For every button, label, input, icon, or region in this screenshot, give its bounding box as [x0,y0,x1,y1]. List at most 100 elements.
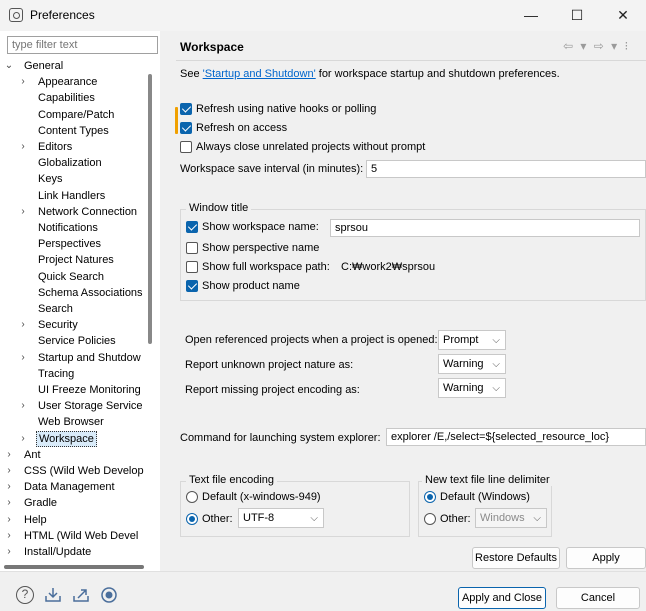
expand-arrow-icon[interactable]: › [18,431,28,447]
expand-arrow-icon[interactable]: › [4,463,14,479]
expand-arrow-icon[interactable]: › [4,544,14,560]
show-workspace-name-label: Show workspace name: [202,221,319,233]
page-title: Workspace [180,40,244,54]
show-perspective-option[interactable]: Show perspective name [186,242,319,254]
expand-arrow-icon[interactable]: › [18,139,28,155]
expand-arrow-icon[interactable]: › [4,479,14,495]
tree-item-label: CSS (Wild Web Develop [24,465,144,477]
encoding-other-option[interactable]: Other: [186,513,233,525]
expand-arrow-icon[interactable]: › [4,512,14,528]
expand-arrow-icon[interactable]: › [4,447,14,463]
minimize-button[interactable]: — [508,0,554,31]
tree-item-label: Quick Search [38,270,105,283]
expand-arrow-icon[interactable]: › [18,350,28,366]
window-title-group-label: Window title [186,202,252,214]
encoding-other-combo[interactable]: UTF-8 ⌵ [238,508,324,528]
tree-item-label: Web Browser [38,416,104,429]
tree-item-label: Workspace [36,430,97,447]
encoding-default-option[interactable]: Default (x-windows-949) [186,491,321,503]
tree-vertical-scrollbar[interactable] [148,74,152,344]
unknown-nature-value: Warning [443,358,484,370]
open-referenced-label: Open referenced projects when a project … [185,334,438,346]
show-perspective-label: Show perspective name [202,242,320,254]
collapse-arrow-icon[interactable]: ⌄ [4,58,14,74]
chevron-down-icon: ⌵ [310,513,318,524]
app-icon [9,8,23,22]
encoding-default-label: Default (x-windows-949) [202,491,321,503]
save-interval-field[interactable]: 5 [366,160,646,178]
refresh-access-checkbox[interactable] [180,122,192,134]
show-workspace-name-option[interactable]: Show workspace name: [186,221,319,233]
dialog-footer [0,571,646,611]
tree-item-label: HTML (Wild Web Devel [24,529,139,542]
missing-encoding-label: Report missing project encoding as: [185,384,360,396]
show-full-path-checkbox[interactable] [186,261,198,273]
expand-arrow-icon[interactable]: › [18,398,28,414]
tree-item-label: Keys [38,173,63,186]
explorer-command-field[interactable]: explorer /E,/select=${selected_resource_… [386,428,646,446]
startup-shutdown-link[interactable]: 'Startup and Shutdown' [203,68,316,80]
tree-item-label: Project Natures [38,254,114,267]
tree-item-label: General [24,60,64,72]
export-icon[interactable] [72,586,90,604]
delimiter-other-value: Windows [480,512,525,524]
show-perspective-checkbox[interactable] [186,242,198,254]
cancel-button[interactable]: Cancel [556,587,640,609]
refresh-native-checkbox[interactable] [180,103,192,115]
show-product-checkbox[interactable] [186,280,198,292]
delimiter-default-label: Default (Windows) [440,491,530,503]
apply-and-close-button[interactable]: Apply and Close [458,587,546,609]
show-workspace-name-checkbox[interactable] [186,221,198,233]
tree-item-label: Capabilities [38,92,95,105]
tree-item-label: Editors [38,141,73,153]
encoding-default-radio[interactable] [186,491,198,503]
tree-item-label: Network Connection [38,205,138,218]
open-referenced-combo[interactable]: Prompt ⌵ [438,330,506,350]
encoding-other-radio[interactable] [186,513,198,525]
close-unrelated-checkbox[interactable] [180,141,192,153]
delimiter-default-option[interactable]: Default (Windows) [424,491,530,503]
chevron-down-icon: ⌵ [492,383,500,394]
save-interval-label: Workspace save interval (in minutes): [180,163,364,175]
maximize-button[interactable]: ☐ [554,0,600,31]
tree-item-label: Help [24,513,47,526]
expand-arrow-icon[interactable]: › [18,74,28,90]
encoding-other-label: Other: [202,513,233,525]
workspace-name-field[interactable]: sprsou [330,219,640,237]
delimiter-other-combo[interactable]: Windows ⌵ [475,508,547,528]
delimiter-other-option[interactable]: Other: [424,513,471,525]
refresh-native-label: Refresh using native hooks or polling [196,103,377,115]
delimiter-default-radio[interactable] [424,491,436,503]
unknown-nature-label: Report unknown project nature as: [185,359,354,371]
close-unrelated-option[interactable]: Always close unrelated projects without … [180,141,425,153]
filter-input[interactable] [7,36,158,54]
show-product-option[interactable]: Show product name [186,280,300,292]
help-icon[interactable]: ? [16,586,34,604]
expand-arrow-icon[interactable]: › [18,317,28,333]
missing-encoding-combo[interactable]: Warning ⌵ [438,378,506,398]
refresh-access-label: Refresh on access [196,122,288,134]
refresh-access-option[interactable]: Refresh on access [180,122,287,134]
restore-defaults-button[interactable]: Restore Defaults [472,547,560,569]
expand-arrow-icon[interactable]: › [4,495,14,511]
tree-horizontal-scrollbar[interactable] [4,565,144,569]
change-marker [175,107,178,134]
tree-item-label: Ant [24,448,41,461]
tree-item-label: Startup and Shutdow [38,351,141,364]
import-icon[interactable] [44,586,62,604]
open-referenced-value: Prompt [443,334,479,346]
explorer-command-label: Command for launching system explorer: [180,432,381,444]
unknown-nature-combo[interactable]: Warning ⌵ [438,354,506,374]
delimiter-other-radio[interactable] [424,513,436,525]
tree-item-label: Data Management [24,481,115,494]
chevron-down-icon: ⌵ [492,335,500,346]
navigation-arrows[interactable]: ⇦ ▾ ⇨ ▾ ⁝ [563,39,630,53]
show-full-path-option[interactable]: Show full workspace path: [186,261,330,273]
apply-button[interactable]: Apply [566,547,646,569]
close-button[interactable]: ✕ [600,0,646,31]
expand-arrow-icon[interactable]: › [4,528,14,544]
record-icon[interactable] [100,586,118,604]
expand-arrow-icon[interactable]: › [18,204,28,220]
refresh-native-option[interactable]: Refresh using native hooks or polling [180,103,376,115]
delimiter-other-label: Other: [440,513,471,525]
